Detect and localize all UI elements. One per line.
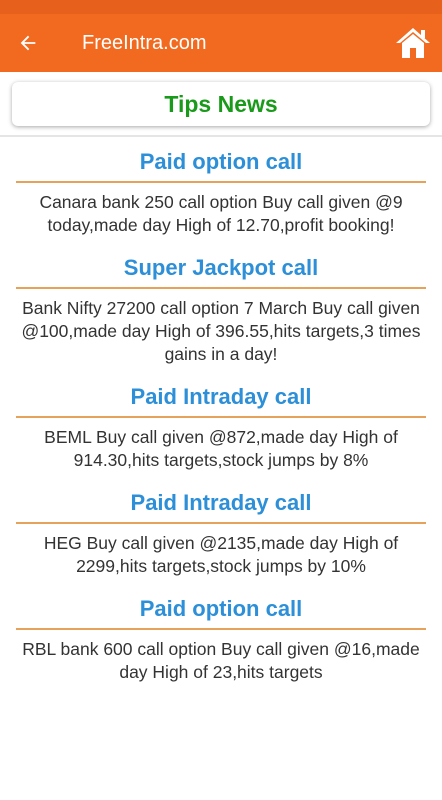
news-body: RBL bank 600 call option Buy call given … — [22, 639, 420, 682]
title-rule — [16, 416, 426, 418]
home-icon — [396, 28, 430, 58]
news-body: Canara bank 250 call option Buy call giv… — [39, 192, 403, 235]
news-title: Paid option call — [139, 149, 303, 174]
status-bar — [0, 0, 442, 14]
news-body: Bank Nifty 27200 call option 7 March Buy… — [21, 298, 421, 364]
title-rule — [16, 181, 426, 183]
news-item[interactable]: Paid option call Canara bank 250 call op… — [6, 137, 436, 243]
app-bar: FreeIntra.com — [0, 14, 442, 72]
news-item[interactable]: Paid Intraday call HEG Buy call given @2… — [6, 478, 436, 584]
news-title: Paid option call — [139, 596, 303, 621]
news-title: Paid Intraday call — [130, 384, 312, 409]
title-rule — [16, 287, 426, 289]
tips-news-label: Tips News — [164, 90, 278, 117]
news-title: Super Jackpot call — [123, 255, 319, 280]
news-body: HEG Buy call given @2135,made day High o… — [43, 533, 399, 576]
title-rule — [16, 522, 426, 524]
home-button[interactable] — [390, 20, 436, 66]
news-item[interactable]: Paid Intraday call BEML Buy call given @… — [6, 372, 436, 478]
title-rule — [16, 628, 426, 630]
news-item[interactable]: Super Jackpot call Bank Nifty 27200 call… — [6, 243, 436, 372]
tips-news-header: Tips News — [12, 82, 430, 126]
news-list: Paid option call Canara bank 250 call op… — [0, 137, 442, 690]
back-button[interactable] — [0, 14, 56, 72]
news-title: Paid Intraday call — [130, 490, 312, 515]
app-title: FreeIntra.com — [82, 31, 207, 54]
arrow-back-icon — [20, 35, 36, 51]
news-body: BEML Buy call given @872,made day High o… — [44, 427, 398, 470]
news-item[interactable]: Paid option call RBL bank 600 call optio… — [6, 584, 436, 690]
